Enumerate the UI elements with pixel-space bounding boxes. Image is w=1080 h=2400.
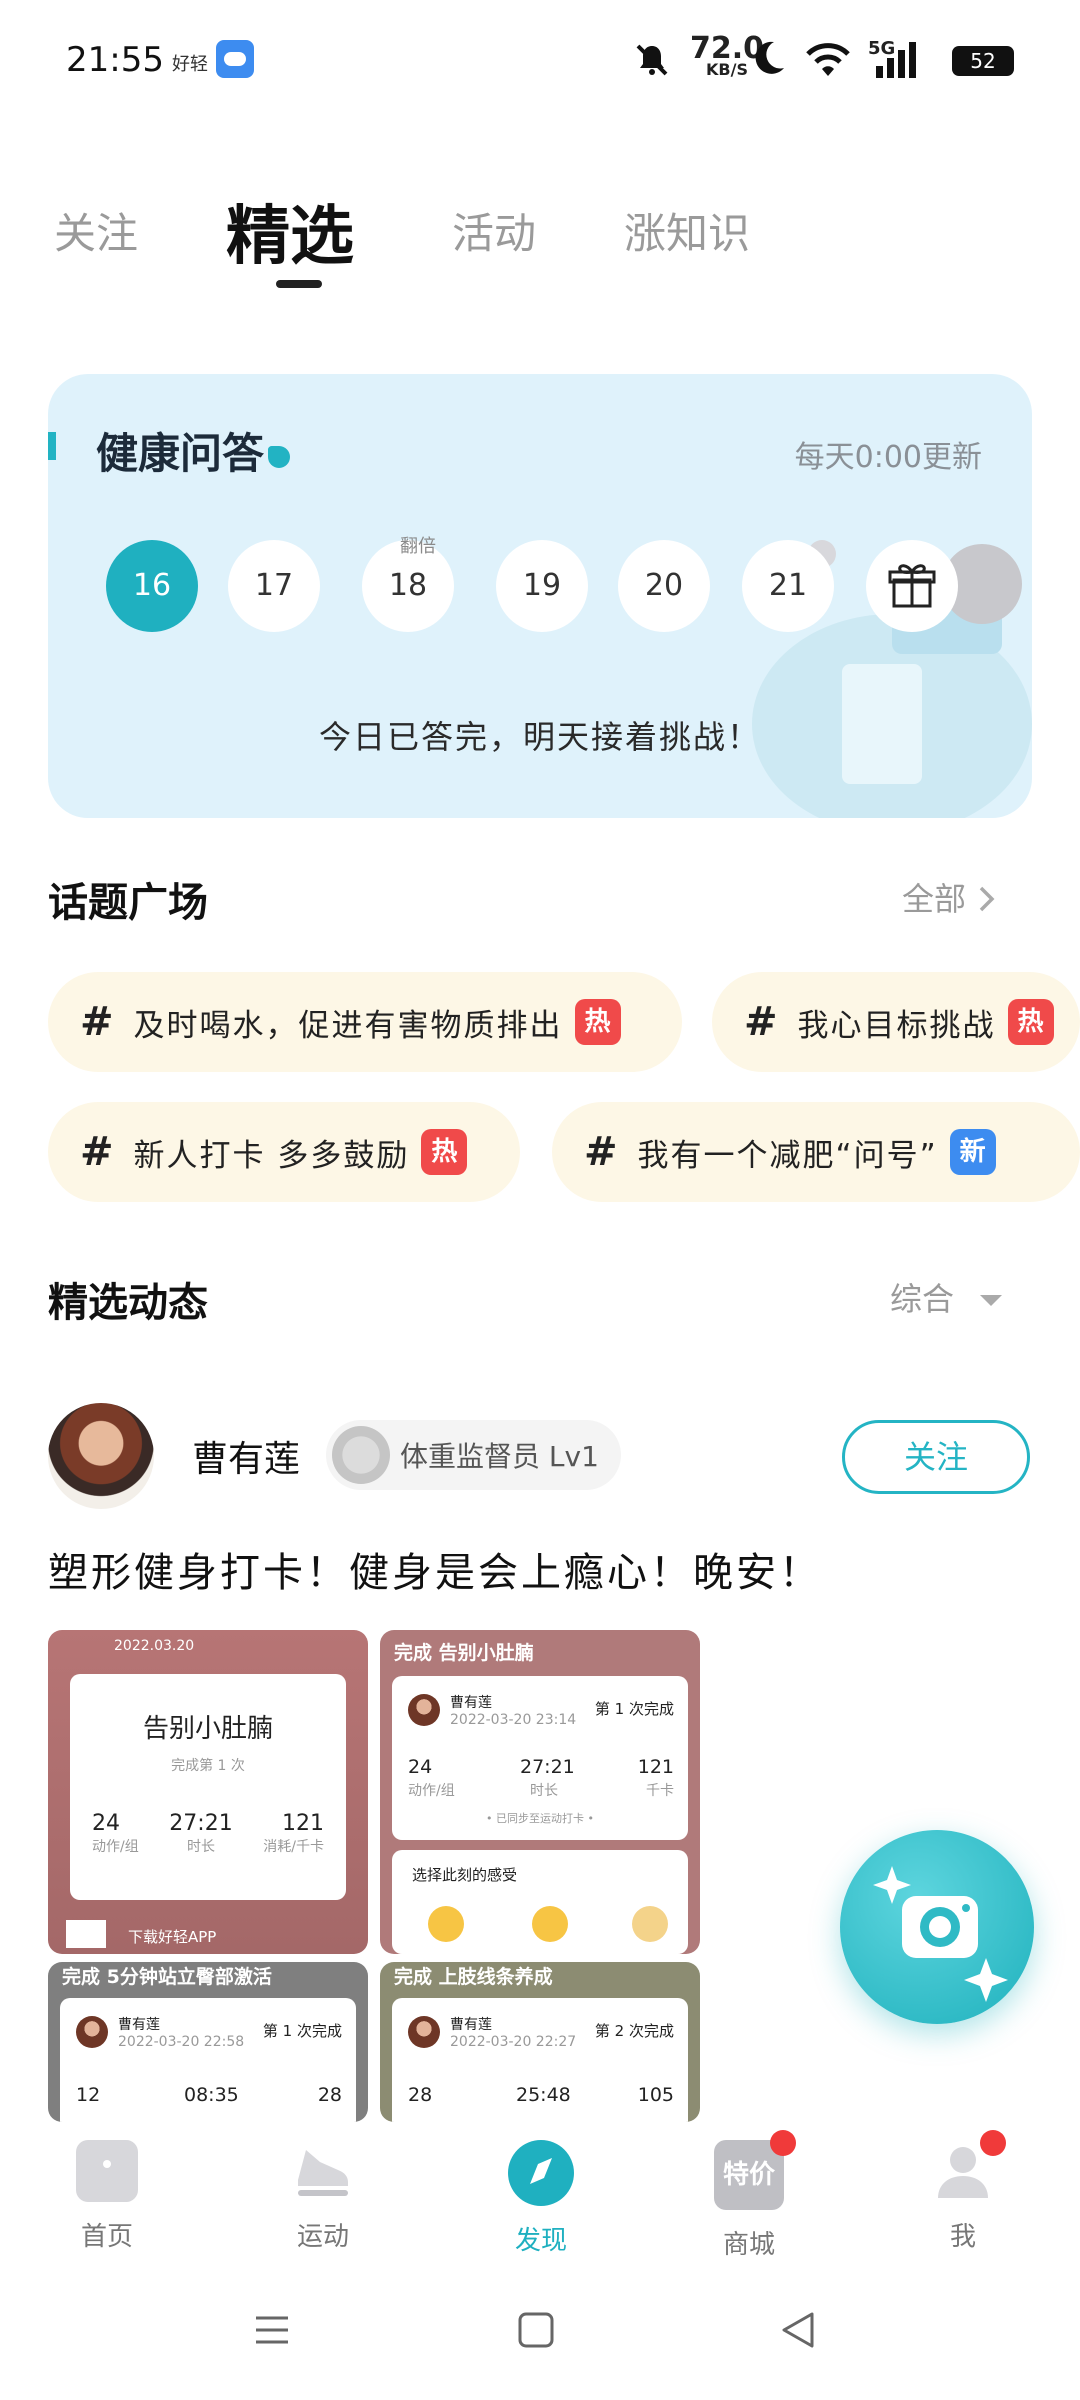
compass-icon <box>508 2140 574 2206</box>
day-21[interactable]: 21 <box>742 540 834 632</box>
topic-square-title: 话题广场 <box>48 880 208 926</box>
hashtag-icon: # <box>80 999 114 1045</box>
topic-all-link[interactable]: 全部 <box>902 874 998 920</box>
qa-update-text: 每天0:00更新 <box>794 440 982 475</box>
topic-chip[interactable]: # 我心目标挑战 热 <box>712 972 1080 1072</box>
avatar[interactable] <box>48 1403 154 1509</box>
mute-bell-icon <box>636 44 668 76</box>
chevron-right-icon <box>979 886 995 912</box>
avatar <box>408 1694 440 1726</box>
post-image[interactable]: 完成 5分钟站立臀部激活 曹有莲 2022-03-20 22:58 第 1 次完… <box>48 1962 368 2122</box>
workout-summary-card: 告别小肚腩 完成第 1 次 24 动作/组 27:21 时长 121 消耗/千卡 <box>70 1674 346 1900</box>
camera-icon <box>873 1866 1008 2002</box>
battery-indicator: 52 <box>952 46 1014 76</box>
hashtag-icon: # <box>584 1129 618 1175</box>
topic-chip[interactable]: # 新人打卡 多多鼓励 热 <box>48 1102 520 1202</box>
wifi-icon <box>806 43 850 76</box>
sad-emoji-icon <box>632 1906 668 1942</box>
workout-detail-card: 曹有莲 2022-03-20 22:58 第 1 次完成 12 08:35 28 <box>60 1998 356 2122</box>
user-icon <box>932 2130 1006 2202</box>
workout-detail-card: 曹有莲 2022-03-20 23:14 第 1 次完成 24 动作/组 27:… <box>392 1676 688 1840</box>
day-16[interactable]: 16 <box>106 540 198 632</box>
sneaker-icon <box>292 2140 354 2202</box>
workout-detail-card: 曹有莲 2022-03-20 22:27 第 2 次完成 28 25:48 10… <box>392 1998 688 2122</box>
featured-feed-title: 精选动态 <box>48 1280 208 1326</box>
nav-mall[interactable]: 特价 商城 <box>684 2130 814 2261</box>
health-qa-card[interactable]: 健康问答 每天0:00更新 16 17 18 翻倍 19 20 21 今日已答完… <box>48 374 1032 818</box>
image-header: 完成 5分钟站立臀部激活 <box>62 1966 272 1988</box>
avatar <box>76 2016 108 2048</box>
post-image[interactable]: 完成 告别小肚腩 曹有莲 2022-03-20 23:14 第 1 次完成 24… <box>380 1630 700 1954</box>
post-image[interactable]: 2022.03.20 告别小肚腩 完成第 1 次 24 动作/组 27:21 时长 … <box>48 1630 368 1954</box>
new-badge: 新 <box>949 1129 996 1175</box>
topic-chip[interactable]: # 我有一个减肥“问号” 新 <box>552 1102 1080 1202</box>
qr-code-icon <box>66 1920 106 1948</box>
nav-discover[interactable]: 发现 <box>476 2140 606 2257</box>
follow-button[interactable]: 关注 <box>842 1420 1030 1494</box>
status-bar: 21:55 好轻 72.0 KB/S 5G 52 <box>0 0 1080 120</box>
feeling-card: 选择此刻的感受 <box>392 1850 688 1954</box>
hot-badge: 热 <box>574 999 621 1045</box>
happy-emoji-icon <box>532 1906 568 1942</box>
home-icon <box>76 2140 138 2202</box>
qa-message: 今日已答完，明天接着挑战！ <box>318 718 761 756</box>
qa-logo: 健康问答 <box>96 420 291 481</box>
qa-accent-bar <box>48 432 56 460</box>
hashtag-icon: # <box>80 1129 114 1175</box>
image-date: 2022.03.20 <box>114 1638 195 1654</box>
day-20[interactable]: 20 <box>618 540 710 632</box>
rank-badge: 体重监督员 Lv1 <box>326 1420 621 1490</box>
post-text: 塑形健身打卡！健身是会上瘾心！晚安！ <box>48 1550 822 1596</box>
moon-icon <box>755 41 784 74</box>
notification-dot <box>980 2130 1006 2156</box>
back-icon[interactable] <box>778 2310 818 2350</box>
image-footer: 下载好轻APP <box>128 1928 217 1946</box>
menu-icon[interactable] <box>252 2310 292 2350</box>
tab-activity[interactable]: 活动 <box>452 200 536 261</box>
tab-featured[interactable]: 精选 <box>226 185 354 277</box>
post-image[interactable]: 完成 上肢线条养成 曹有莲 2022-03-20 22:27 第 2 次完成 2… <box>380 1962 700 2122</box>
topic-chip[interactable]: # 及时喝水，促进有害物质排出 热 <box>48 972 682 1072</box>
nav-sport[interactable]: 运动 <box>258 2140 388 2253</box>
hashtag-icon: # <box>744 999 778 1045</box>
double-tag: 翻倍 <box>400 536 436 557</box>
sale-tag-icon: 特价 <box>714 2130 796 2210</box>
status-time: 21:55 <box>66 40 164 80</box>
active-tab-indicator <box>276 280 322 288</box>
hot-badge: 热 <box>421 1129 468 1175</box>
status-app-label: 好轻 <box>172 54 208 75</box>
caret-down-icon <box>980 1295 1003 1306</box>
image-header: 完成 告别小肚腩 <box>394 1642 534 1664</box>
home-square-icon[interactable] <box>516 2310 556 2350</box>
weather-icon <box>216 40 254 78</box>
nav-home[interactable]: 首页 <box>42 2140 172 2253</box>
cool-emoji-icon <box>428 1906 464 1942</box>
nav-me[interactable]: 我 <box>898 2130 1028 2253</box>
author-name[interactable]: 曹有莲 <box>192 1430 300 1482</box>
day-17[interactable]: 17 <box>228 540 320 632</box>
day-19[interactable]: 19 <box>496 540 588 632</box>
tab-follow[interactable]: 关注 <box>54 200 138 261</box>
gift-icon <box>888 564 936 608</box>
hot-badge: 热 <box>1007 999 1054 1045</box>
signal-icon <box>876 42 916 78</box>
sort-dropdown[interactable]: 综合 <box>890 1274 1004 1320</box>
avatar <box>408 2016 440 2048</box>
gift-button[interactable] <box>866 540 958 632</box>
image-header: 完成 上肢线条养成 <box>394 1966 553 1988</box>
medal-icon <box>332 1426 390 1484</box>
notification-dot <box>770 2130 796 2156</box>
tab-knowledge[interactable]: 涨知识 <box>624 200 750 261</box>
camera-post-button[interactable] <box>840 1830 1034 2024</box>
